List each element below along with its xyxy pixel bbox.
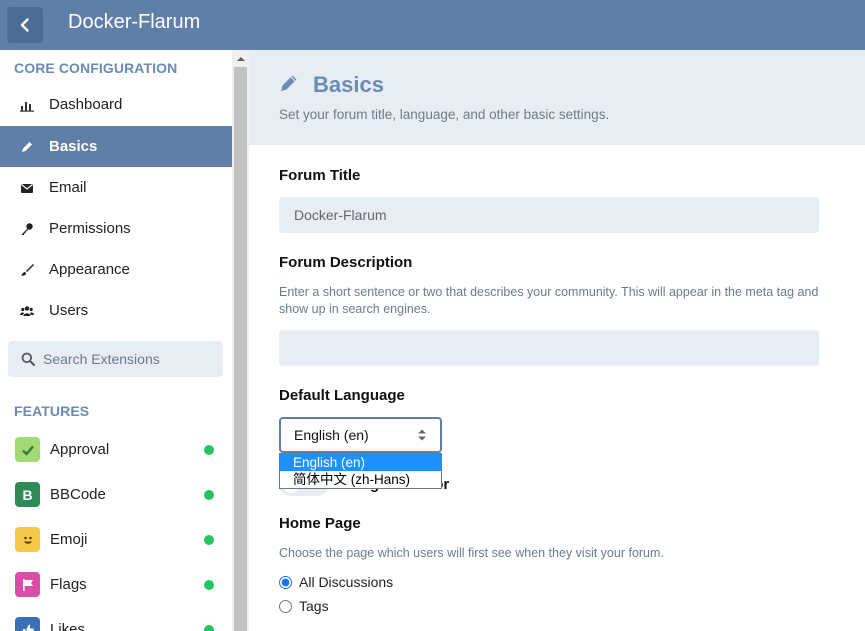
radio-input-tags[interactable]: [279, 599, 292, 613]
sidebar-item-users[interactable]: Users: [0, 290, 232, 331]
home-page-help: Choose the page which users will first s…: [279, 546, 664, 560]
features-heading: FEATURES: [14, 403, 90, 419]
check-icon: [15, 437, 40, 462]
sidebar-item-label: Permissions: [49, 220, 131, 237]
sidebar-item-label: Dashboard: [49, 96, 123, 113]
sidebar-item-label: Email: [49, 179, 87, 196]
radio-label: All Discussions: [299, 574, 394, 590]
chevron-left-icon: [20, 18, 29, 32]
pencil-icon: [281, 75, 297, 91]
scroll-up-arrow-icon[interactable]: [232, 50, 249, 67]
sidebar-item-label: Users: [49, 302, 89, 319]
sidebar-item-basics[interactable]: Basics: [0, 126, 232, 167]
pencil-icon: [19, 139, 35, 155]
select-value: English (en): [294, 427, 369, 443]
search-input[interactable]: [43, 351, 213, 367]
extension-item-emoji[interactable]: Emoji: [0, 517, 232, 562]
extension-item-approval[interactable]: Approval: [0, 427, 232, 472]
key-icon: [19, 221, 35, 237]
radio-all-discussions[interactable]: All Discussions: [279, 574, 393, 590]
sidebar-item-dashboard[interactable]: Dashboard: [0, 84, 232, 125]
forum-title-label: Forum Title: [279, 167, 361, 184]
dropdown-option-chinese[interactable]: 简体中文 (zh-Hans): [280, 471, 441, 488]
page-header: Basics Set your forum title, language, a…: [249, 50, 865, 145]
status-dot: [204, 489, 214, 500]
forum-description-input[interactable]: [279, 330, 819, 366]
extension-item-flags[interactable]: Flags: [0, 562, 232, 607]
users-icon: [19, 303, 35, 319]
flag-icon: [15, 572, 40, 597]
radio-tags[interactable]: Tags: [279, 598, 329, 614]
status-dot: [204, 444, 214, 455]
forum-description-help: Enter a short sentence or two that descr…: [279, 285, 819, 316]
forum-title-input[interactable]: [279, 197, 819, 233]
main-content: Basics Set your forum title, language, a…: [249, 50, 865, 631]
back-button[interactable]: [7, 7, 43, 43]
sidebar-item-appearance[interactable]: Appearance: [0, 249, 232, 290]
extension-label: Approval: [50, 441, 110, 458]
sidebar-scrollbar[interactable]: [232, 50, 249, 631]
search-icon: [21, 352, 35, 366]
sidebar-item-label: Appearance: [49, 261, 130, 278]
radio-label: Tags: [299, 598, 329, 614]
core-configuration-heading: CORE CONFIGURATION: [14, 60, 178, 76]
sort-caret-icon: [418, 429, 426, 441]
sidebar: CORE CONFIGURATION Dashboard Basics Emai…: [0, 50, 232, 631]
page-title: Basics: [313, 72, 384, 97]
radio-input-all-discussions[interactable]: [279, 575, 292, 589]
extension-label: Emoji: [50, 531, 88, 548]
extension-item-bbcode[interactable]: B BBCode: [0, 472, 232, 517]
status-dot: [204, 534, 214, 545]
extension-label: Flags: [50, 576, 87, 593]
home-page-label: Home Page: [279, 515, 361, 532]
chart-icon: [19, 97, 35, 113]
envelope-icon: [19, 180, 35, 196]
sidebar-item-email[interactable]: Email: [0, 167, 232, 208]
status-dot: [204, 579, 214, 590]
sidebar-item-label: Basics: [49, 138, 98, 155]
bold-b-icon: B: [15, 482, 40, 507]
search-extensions[interactable]: [8, 341, 223, 377]
default-language-label: Default Language: [279, 387, 405, 404]
language-dropdown-list: English (en) 简体中文 (zh-Hans): [279, 453, 442, 489]
app-title: Docker-Flarum: [68, 11, 201, 33]
forum-description-label: Forum Description: [279, 254, 413, 271]
dropdown-option-english[interactable]: English (en): [280, 454, 441, 471]
sidebar-item-permissions[interactable]: Permissions: [0, 208, 232, 249]
thumbs-up-icon: [15, 617, 40, 631]
extension-label: BBCode: [50, 486, 106, 503]
smiley-icon: [15, 527, 40, 552]
paintbrush-icon: [19, 262, 35, 278]
status-dot: [204, 624, 214, 631]
extension-label: Likes: [50, 621, 86, 631]
page-description: Set your forum title, language, and othe…: [279, 107, 610, 122]
extension-item-likes[interactable]: Likes: [0, 607, 232, 631]
scroll-thumb[interactable]: [234, 67, 247, 631]
default-language-select[interactable]: English (en): [279, 417, 442, 453]
app-header: Docker-Flarum: [0, 0, 865, 50]
